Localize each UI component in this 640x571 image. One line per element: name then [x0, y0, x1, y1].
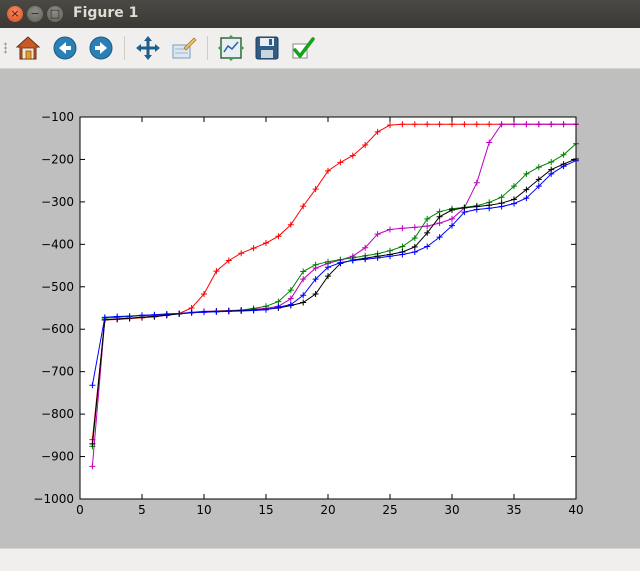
close-window-button[interactable]: ×	[7, 6, 23, 22]
status-bar	[0, 548, 640, 571]
minimize-window-button[interactable]: −	[27, 6, 43, 22]
home-icon	[15, 36, 41, 60]
y-tick-label: −100	[41, 110, 74, 124]
figure-canvas[interactable]: 0 5 10 15 20 25 30 35 40 −1000 −900 −800 −700 −600 −50…	[0, 69, 640, 548]
window-title: Figure 1	[73, 5, 139, 21]
toolbar-separator	[124, 36, 125, 60]
maximize-icon: □	[49, 7, 61, 20]
line-chart: 0 5 10 15 20 25 30 35 40 −1000 −900 −800 −700 −600 −50…	[33, 110, 583, 517]
checkmark-icon	[292, 37, 315, 59]
floppy-disk-icon	[255, 36, 279, 60]
x-tick-label: 25	[382, 503, 397, 517]
x-tick-label: 30	[444, 503, 459, 517]
toolbar-grip-icon[interactable]	[4, 42, 7, 54]
title-bar: × − □ Figure 1	[0, 0, 640, 28]
x-tick-label: 20	[320, 503, 335, 517]
y-tick-label: −1000	[33, 492, 74, 506]
y-tick-label: −400	[41, 237, 74, 251]
y-tick-label: −700	[41, 365, 74, 379]
plot-area	[80, 117, 576, 499]
forward-arrow-icon	[89, 36, 113, 60]
back-arrow-icon	[53, 36, 77, 60]
x-tick-label: 10	[196, 503, 211, 517]
x-tick-label: 40	[568, 503, 583, 517]
save-button[interactable]	[253, 34, 281, 62]
x-tick-label: 35	[506, 503, 521, 517]
toolbar	[0, 28, 640, 69]
toolbar-separator	[207, 36, 208, 60]
home-button[interactable]	[14, 34, 42, 62]
x-tick-label: 15	[258, 503, 273, 517]
x-tick-label: 5	[138, 503, 146, 517]
x-tick-label: 0	[76, 503, 84, 517]
subplots-button[interactable]	[217, 34, 245, 62]
edit-button[interactable]	[289, 34, 317, 62]
y-tick-label: −300	[41, 195, 74, 209]
maximize-window-button[interactable]: □	[47, 6, 63, 22]
minimize-icon: −	[30, 7, 40, 20]
y-tick-label: −800	[41, 407, 74, 421]
subplots-icon	[218, 35, 244, 61]
forward-button[interactable]	[87, 34, 115, 62]
y-tick-label: −200	[41, 152, 74, 166]
y-tick-label: −900	[41, 450, 74, 464]
zoom-button[interactable]	[170, 34, 198, 62]
back-button[interactable]	[51, 34, 79, 62]
y-tick-label: −500	[41, 280, 74, 294]
y-tick-label: −600	[41, 322, 74, 336]
close-icon: ×	[10, 7, 20, 20]
move-arrows-icon	[136, 36, 160, 60]
pan-button[interactable]	[134, 34, 162, 62]
zoom-rect-icon	[172, 37, 197, 59]
